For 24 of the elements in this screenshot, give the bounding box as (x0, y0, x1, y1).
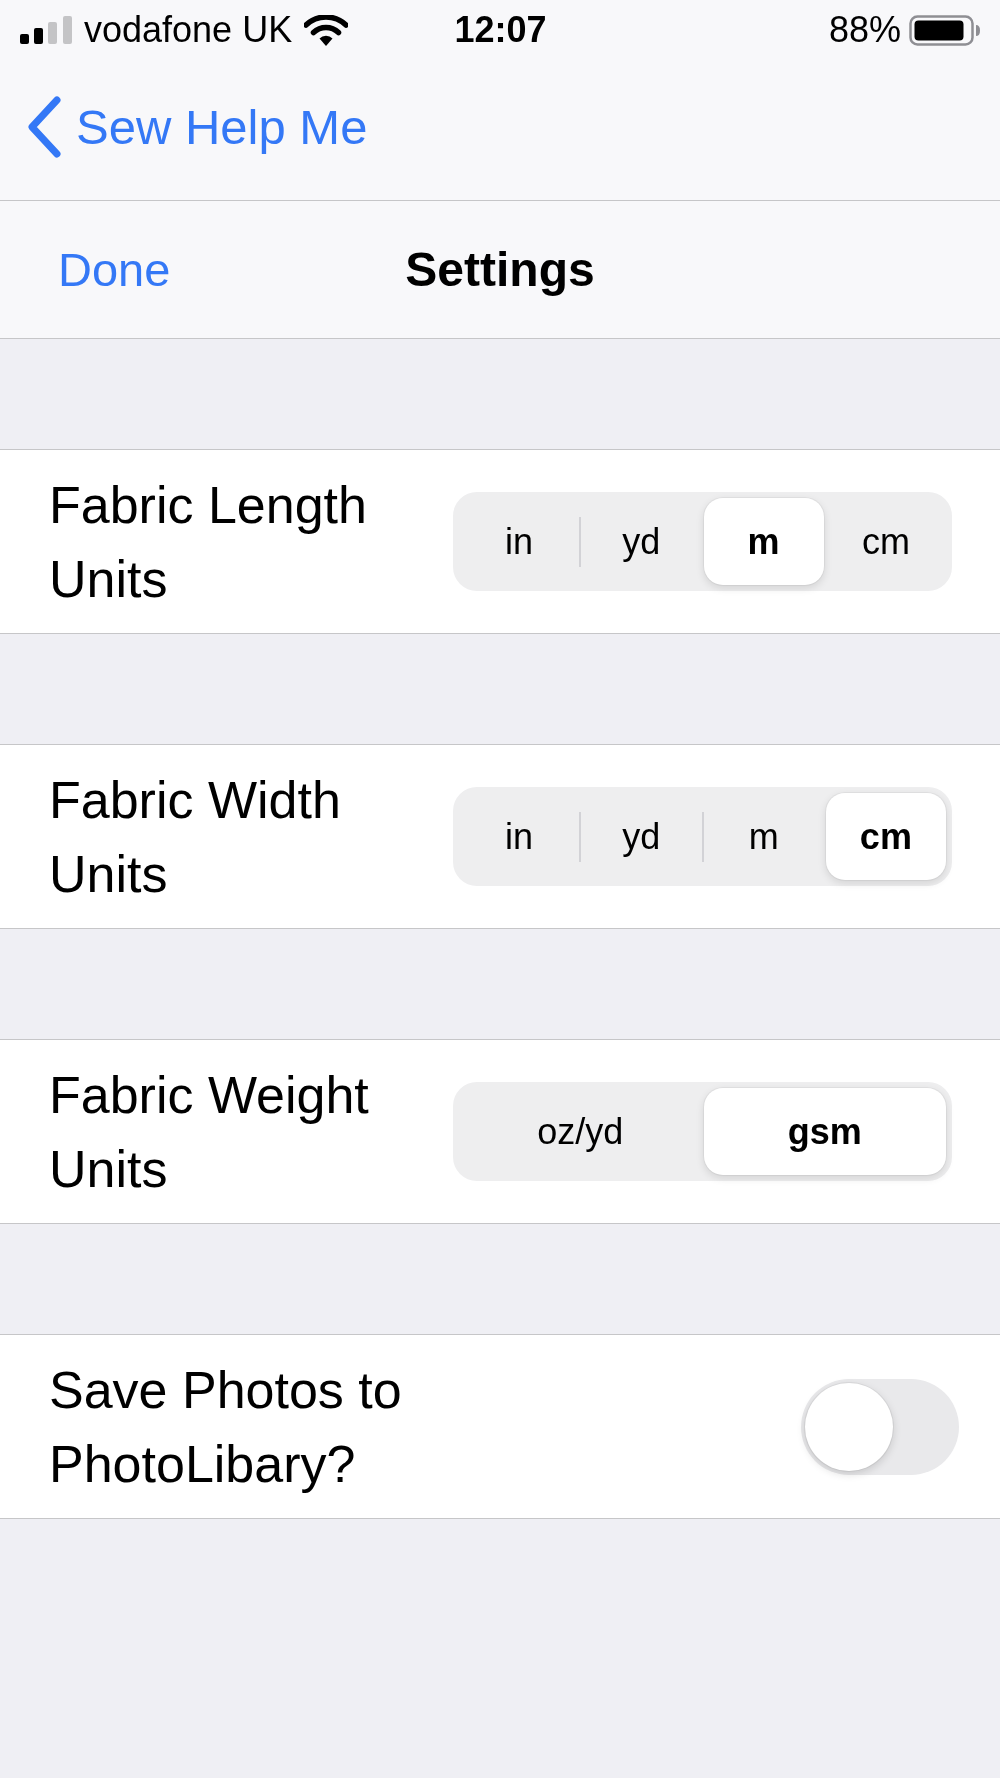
battery-icon (909, 14, 981, 46)
signal-bars-icon (20, 16, 72, 44)
setting-label: Save Photos to PhotoLibary? (49, 1359, 403, 1495)
back-button[interactable]: Sew Help Me (26, 95, 368, 159)
unit-segment[interactable]: cm (825, 793, 946, 880)
setting-label: Fabric Length Units (49, 474, 368, 610)
unit-segment[interactable]: yd (581, 498, 702, 585)
setting-label: Fabric Width Units (49, 769, 342, 905)
chevron-left-icon (26, 95, 62, 159)
unit-segment[interactable]: yd (581, 793, 702, 880)
unit-segment[interactable]: cm (825, 498, 946, 585)
screen-title: Settings (405, 242, 595, 297)
battery-percentage: 88% (828, 9, 901, 51)
unit-segment[interactable]: oz/yd (459, 1088, 702, 1175)
wifi-icon (304, 14, 349, 46)
clock-time: 12:07 (454, 9, 547, 51)
done-button[interactable]: Done (58, 242, 171, 297)
unit-segment[interactable]: m (703, 793, 824, 880)
carrier-name: vodafone UK (84, 9, 293, 51)
setting-label: Fabric Weight Units (49, 1064, 370, 1200)
unit-segment[interactable]: in (459, 498, 580, 585)
unit-segment[interactable]: in (459, 793, 580, 880)
unit-segment[interactable]: gsm (703, 1088, 946, 1175)
unit-segment[interactable]: m (703, 498, 824, 585)
